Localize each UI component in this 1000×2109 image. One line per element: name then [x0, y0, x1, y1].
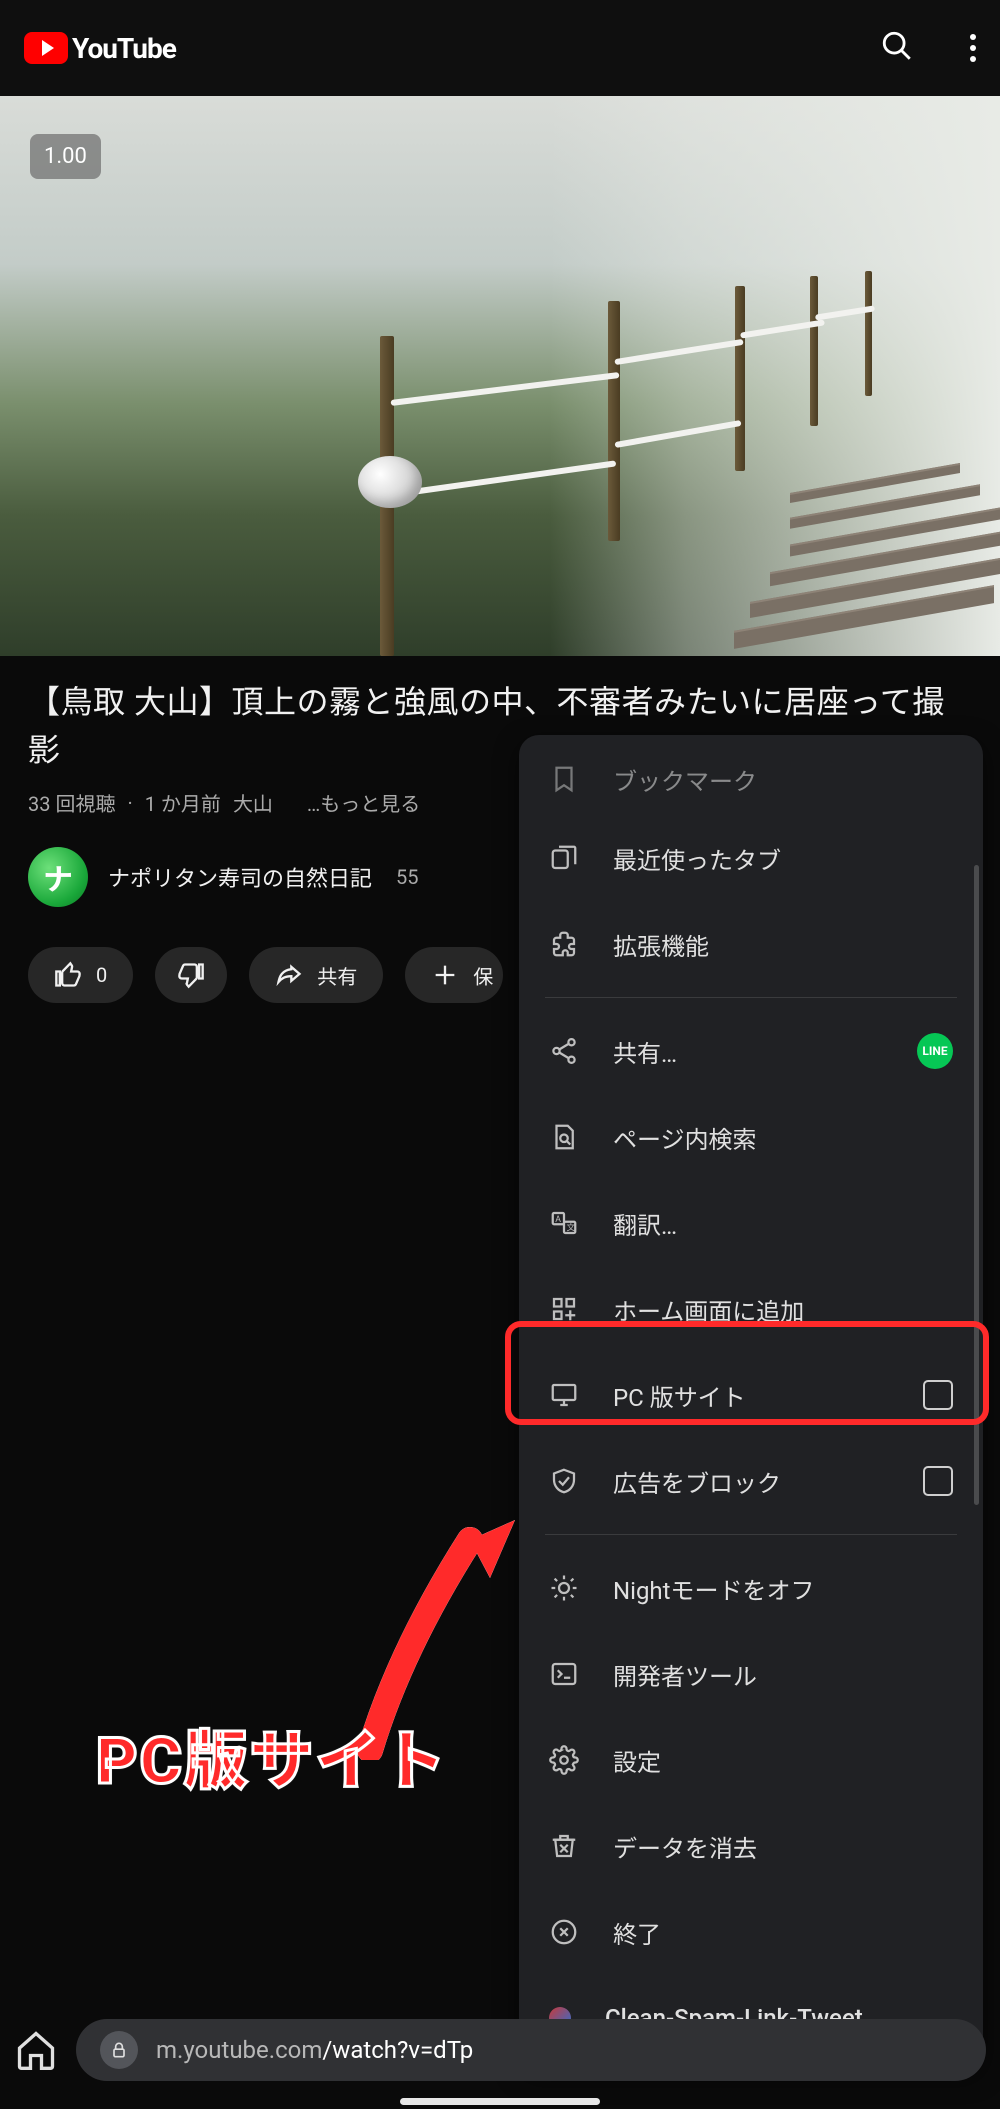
channel-avatar[interactable]: ナ — [28, 847, 88, 907]
youtube-play-icon — [24, 32, 68, 64]
search-icon[interactable] — [880, 29, 914, 67]
thumb-up-icon — [54, 961, 82, 989]
svg-text:A: A — [555, 1215, 561, 1225]
line-app-icon: LINE — [917, 1033, 953, 1069]
search-doc-icon — [549, 1122, 579, 1152]
menu-item-bookmark[interactable]: ブックマーク — [519, 743, 983, 815]
like-button[interactable]: 0 — [28, 947, 133, 1003]
menu-item-extensions[interactable]: 拡張機能 — [519, 901, 983, 987]
video-meta-tag: 大山 — [233, 788, 273, 817]
shield-check-icon — [549, 1466, 579, 1496]
menu-item-block-ads[interactable]: 広告をブロック — [519, 1438, 983, 1524]
menu-item-add-to-home[interactable]: ホーム画面に追加 — [519, 1266, 983, 1352]
menu-item-translate[interactable]: A文 翻訳… — [519, 1180, 983, 1266]
show-more[interactable]: …もっと見る — [307, 788, 420, 817]
menu-item-devtools[interactable]: 開発者ツール — [519, 1631, 983, 1717]
channel-name[interactable]: ナポリタン寿司の自然日記 — [108, 861, 372, 893]
share-arrow-icon — [275, 961, 303, 989]
menu-item-share[interactable]: 共有… LINE — [519, 1008, 983, 1094]
menu-item-quit[interactable]: 終了 — [519, 1889, 983, 1975]
share-icon — [549, 1036, 579, 1066]
translate-icon: A文 — [549, 1208, 579, 1238]
menu-item-settings[interactable]: 設定 — [519, 1717, 983, 1803]
gear-icon — [549, 1745, 579, 1775]
browser-bottom-bar: m.youtube.com/watch?v=dTp — [0, 2011, 1000, 2089]
block-ads-checkbox[interactable] — [923, 1466, 953, 1496]
browser-context-menu: ブックマーク 最近使ったタブ 拡張機能 共有… LINE ページ内検索 A文 翻… — [519, 735, 983, 2069]
youtube-logo[interactable]: YouTube — [24, 32, 176, 65]
lock-icon — [100, 2031, 138, 2069]
url-bar[interactable]: m.youtube.com/watch?v=dTp — [76, 2019, 986, 2081]
dislike-button[interactable] — [155, 947, 227, 1003]
menu-item-desktop-site[interactable]: PC 版サイト — [519, 1352, 983, 1438]
desktop-site-checkbox[interactable] — [923, 1380, 953, 1410]
sun-icon — [549, 1573, 579, 1603]
save-button[interactable]: 保 — [405, 947, 503, 1003]
view-count: 33 回視聴 — [28, 788, 115, 817]
subscriber-count: 55 — [396, 865, 418, 889]
terminal-icon — [549, 1659, 579, 1689]
header-more-icon[interactable] — [970, 34, 976, 62]
speed-badge: 1.00 — [30, 134, 101, 179]
share-button[interactable]: 共有 — [249, 947, 383, 1003]
plus-icon — [431, 961, 459, 989]
trash-icon — [549, 1831, 579, 1861]
youtube-logo-text: YouTube — [72, 32, 176, 65]
menu-item-find-in-page[interactable]: ページ内検索 — [519, 1094, 983, 1180]
puzzle-icon — [549, 929, 579, 959]
close-circle-icon — [549, 1917, 579, 1947]
youtube-header: YouTube — [0, 0, 1000, 96]
url-path: /watch?v=dTp — [322, 2036, 473, 2064]
grid-plus-icon — [549, 1294, 579, 1324]
monitor-icon — [549, 1380, 579, 1410]
menu-item-recent-tabs[interactable]: 最近使ったタブ — [519, 815, 983, 901]
home-button[interactable] — [14, 2028, 58, 2072]
gesture-bar[interactable] — [400, 2098, 600, 2105]
like-count: 0 — [96, 963, 107, 987]
upload-age: 1 か月前 — [145, 788, 221, 817]
thumb-down-icon — [177, 961, 205, 989]
url-host: m.youtube.com — [156, 2036, 322, 2064]
svg-text:文: 文 — [567, 1224, 576, 1234]
tabs-icon — [549, 843, 579, 873]
bookmark-icon — [549, 764, 579, 794]
menu-item-clear-data[interactable]: データを消去 — [519, 1803, 983, 1889]
annotation-label: PC版サイト — [96, 1710, 448, 1802]
video-player[interactable]: 1.00 — [0, 96, 1000, 656]
menu-item-night-mode-off[interactable]: Nightモードをオフ — [519, 1545, 983, 1631]
